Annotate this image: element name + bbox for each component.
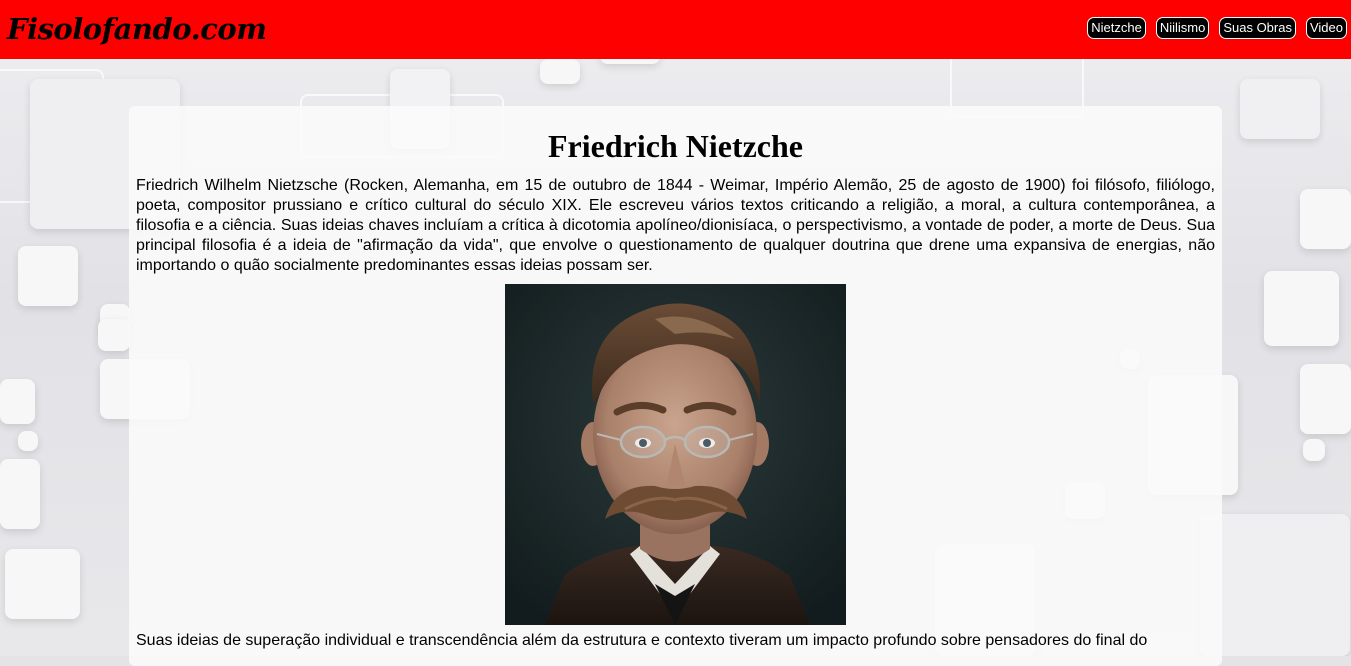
second-paragraph: Suas ideias de superação individual e tr… [136, 632, 1148, 649]
nav-button-suas-obras[interactable]: Suas Obras [1219, 17, 1296, 39]
nietzsche-portrait [505, 284, 846, 625]
nav-button-video[interactable]: Video [1305, 17, 1347, 39]
nav-button-niilismo[interactable]: Niilismo [1155, 17, 1210, 39]
site-logo[interactable]: Fisolofando.com [7, 10, 267, 48]
intro-paragraph: Friedrich Wilhelm Nietzsche (Rocken, Ale… [136, 177, 1215, 274]
nav-button-nietzche[interactable]: Nietzche [1087, 17, 1146, 39]
main-nav: Nietzche Niilismo Suas Obras Video [1087, 17, 1347, 39]
page-title: Friedrich Nietzche [548, 128, 803, 164]
content-card: Friedrich Nietzche Friedrich Wilhelm Nie… [129, 106, 1222, 666]
site-header: Fisolofando.com Nietzche Niilismo Suas O… [0, 0, 1351, 59]
